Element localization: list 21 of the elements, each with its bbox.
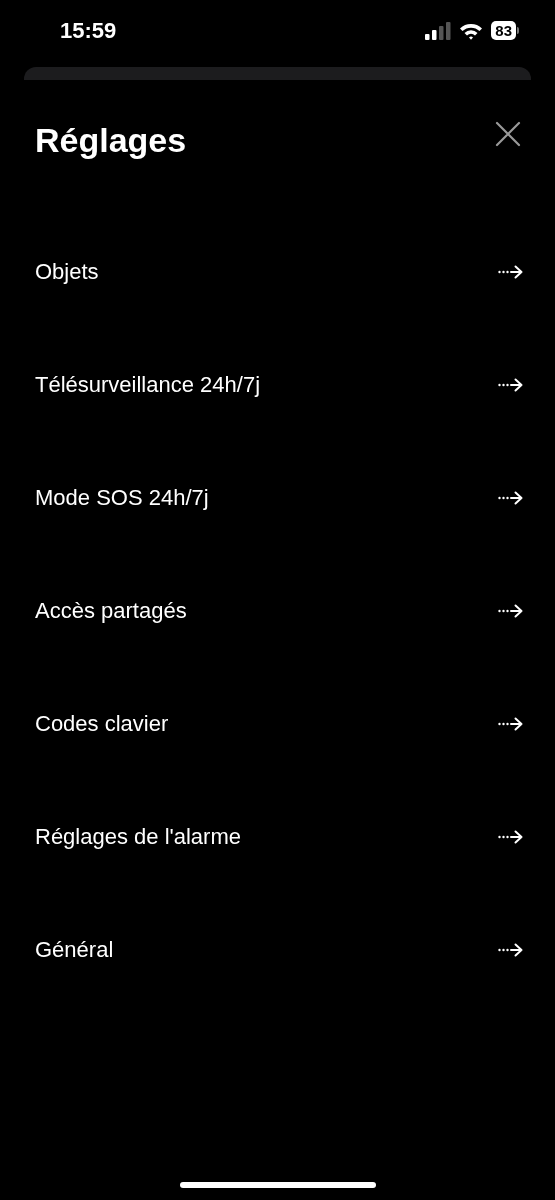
dotted-arrow-icon — [498, 829, 523, 844]
dotted-arrow-icon — [498, 490, 523, 505]
settings-item[interactable]: Réglages de l'alarme — [0, 780, 555, 893]
close-button[interactable] — [495, 121, 521, 147]
sheet-title: Réglages — [35, 120, 187, 160]
wifi-icon — [459, 21, 484, 40]
settings-item[interactable]: Mode SOS 24h/7j — [0, 441, 555, 554]
settings-item[interactable]: Télésurveillance 24h/7j — [0, 328, 555, 441]
status-time: 15:59 — [60, 17, 117, 44]
close-icon — [495, 121, 521, 147]
settings-item[interactable]: Général — [0, 893, 555, 1006]
dotted-arrow-icon — [498, 942, 523, 957]
dotted-arrow-icon — [498, 716, 523, 731]
dotted-arrow-icon — [498, 264, 523, 279]
dotted-arrow-icon — [498, 377, 523, 392]
settings-item[interactable]: Codes clavier — [0, 667, 555, 780]
settings-item[interactable]: Accès partagés — [0, 554, 555, 667]
settings-item[interactable]: Objets — [0, 215, 555, 328]
dotted-arrow-icon — [498, 603, 523, 618]
signal-icon — [425, 21, 452, 40]
battery-level: 83 — [491, 21, 516, 40]
